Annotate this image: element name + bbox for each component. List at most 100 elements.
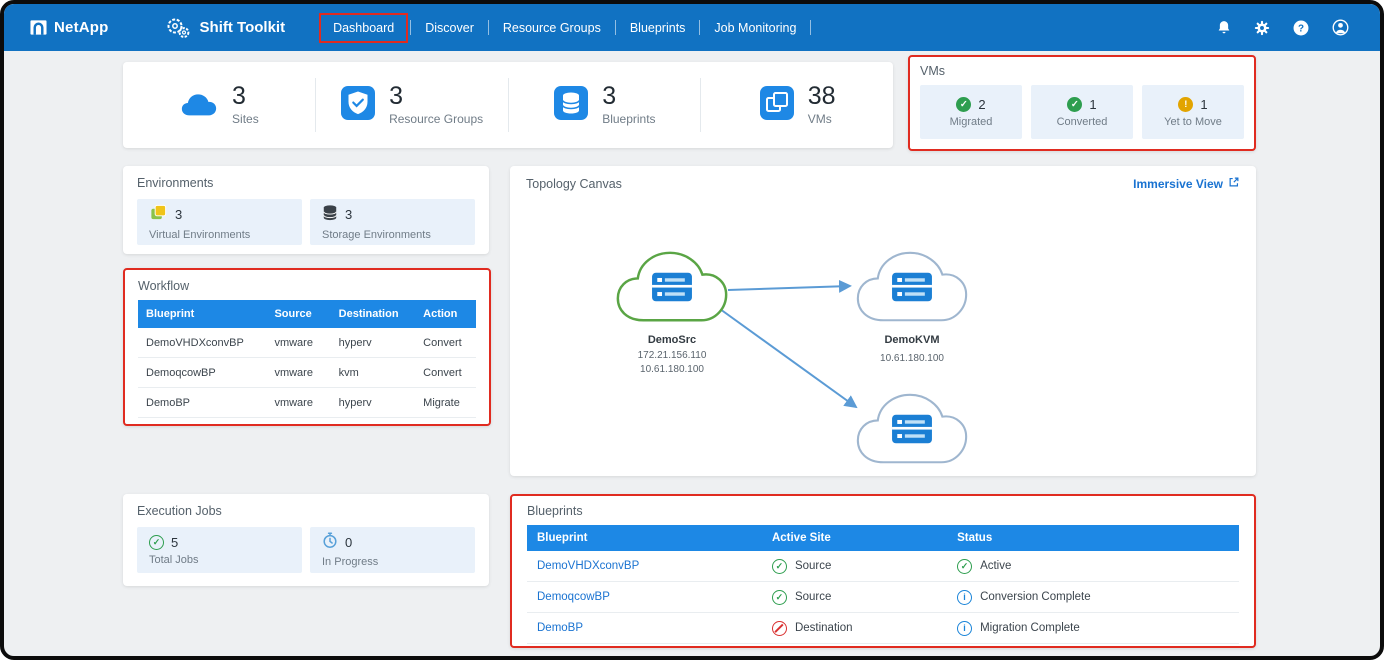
col-source: Source [266,300,330,328]
cell-destination: hyperv [331,388,416,418]
summary-blueprints: 3 Blueprints [509,78,702,132]
cell-action: Convert [415,358,476,388]
nav-item-discover[interactable]: Discover [411,13,488,43]
blueprint-link[interactable]: DemoVHDXconvBP [537,560,639,572]
nav-item-dashboard[interactable]: Dashboard [319,13,408,43]
col-destination: Destination [331,300,416,328]
vms-stats-row: ✓ 2 Migrated ✓ 1 Converted ! 1 Yet to Mo… [920,85,1244,139]
blueprint-row: DemoBP Destination i Migration Complete [527,613,1239,644]
check-circle-icon: ✓ [957,559,972,574]
nav-separator [810,20,811,35]
col-status: Status [947,525,1239,551]
status-value: Conversion Complete [980,591,1091,603]
clock-icon [322,532,338,552]
active-site-value: Source [795,591,831,603]
yet-to-move-count: 1 [1200,97,1207,112]
node-ip: 10.61.180.100 [880,353,944,364]
converted-count: 1 [1089,97,1096,112]
shift-toolkit-logo-icon [165,15,191,41]
virtual-env-count: 3 [175,207,182,222]
app-window: NetApp Shift Toolkit Dashboard Discover … [0,0,1384,660]
converted-label: Converted [1057,116,1108,128]
netapp-brand[interactable]: NetApp [30,19,109,36]
storage-stack-icon [322,204,338,225]
execution-jobs-card: Execution Jobs ✓ 5 Total Jobs [123,494,489,586]
execution-jobs-title: Execution Jobs [137,504,475,518]
nav-item-job-monitoring[interactable]: Job Monitoring [700,13,810,43]
navbar-actions: ? [1216,18,1350,37]
workflow-row: DemoVHDXconvBP vmware hyperv Convert [138,328,476,358]
topology-title: Topology Canvas [526,177,622,191]
app-title: Shift Toolkit [200,19,286,36]
vms-yet-to-move-stat: ! 1 Yet to Move [1142,85,1244,139]
blueprint-row: DemoVHDXconvBP ✓ Source ✓ Active [527,551,1239,582]
environments-title: Environments [137,176,475,190]
arrow-demosrc-to-destination [720,309,856,407]
yet-to-move-label: Yet to Move [1164,116,1222,128]
cloud-icon [179,88,219,123]
vms-count: 38 [808,84,836,109]
cell-blueprint: DemoqcowBP [138,358,266,388]
blueprints-table: Blueprint Active Site Status DemoVHDXcon… [527,525,1239,644]
blueprint-link[interactable]: DemoqcowBP [537,591,610,603]
cell-blueprint: DemoVHDXconvBP [138,328,266,358]
total-jobs-count: 5 [171,535,178,550]
active-site-value: Source [795,560,831,572]
col-blueprint: Blueprint [138,300,266,328]
check-circle-icon: ✓ [772,559,787,574]
total-jobs-stat: ✓ 5 Total Jobs [137,527,302,573]
node-ip: 10.61.180.100 [640,364,704,375]
cell-action: Migrate [415,388,476,418]
app-title-group: Shift Toolkit [165,15,286,41]
topology-canvas[interactable]: DemoSrc 172.21.156.110 10.61.180.100 Dem… [526,193,1236,465]
nav-item-blueprints[interactable]: Blueprints [616,13,700,43]
check-circle-icon: ✓ [149,535,164,550]
environments-card: Environments 3 Virtual Environments [123,166,489,254]
node-ip: 172.21.156.110 [638,350,707,361]
vms-converted-stat: ✓ 1 Converted [1031,85,1133,139]
workflow-title: Workflow [138,279,476,293]
warning-circle-icon: ! [1178,97,1193,112]
virtual-env-label: Virtual Environments [149,229,250,241]
workflow-row: DemoqcowBP vmware kvm Convert [138,358,476,388]
status-value: Migration Complete [980,622,1080,634]
migrated-label: Migrated [950,116,993,128]
blocked-circle-icon [772,621,787,636]
cell-destination: hyperv [331,328,416,358]
workflow-card: Workflow Blueprint Source Destination Ac… [123,268,491,426]
account-user-icon[interactable] [1331,18,1350,37]
in-progress-count: 0 [345,535,352,550]
workflow-row: DemoBP vmware hyperv Migrate [138,388,476,418]
resource-groups-label: Resource Groups [389,112,483,126]
database-icon [553,85,589,126]
immersive-view-link[interactable]: Immersive View [1133,176,1240,191]
in-progress-stat: 0 In Progress [310,527,475,573]
vms-panel-title: VMs [920,64,1244,78]
nav-item-resource-groups[interactable]: Resource Groups [489,13,615,43]
col-active-site: Active Site [762,525,947,551]
svg-text:?: ? [1298,23,1304,34]
summary-vms: 38 VMs [701,78,893,132]
active-site-value: Destination [795,622,853,634]
settings-gear-icon[interactable] [1253,19,1271,37]
summary-resource-groups: 3 Resource Groups [316,78,509,132]
node-name: DemoSrc [648,334,696,346]
virtual-env-icon [149,203,168,225]
topology-node-demosrc[interactable]: DemoSrc 172.21.156.110 10.61.180.100 [618,253,726,375]
topology-node-destination[interactable] [858,395,966,462]
in-progress-label: In Progress [322,556,378,568]
topology-node-demokvm[interactable]: DemoKVM 10.61.180.100 [858,253,966,364]
notifications-bell-icon[interactable] [1216,19,1232,36]
check-circle-icon: ✓ [956,97,971,112]
summary-sites: 3 Sites [123,78,316,132]
cell-destination: kvm [331,358,416,388]
blueprints-card: Blueprints Blueprint Active Site Status … [510,494,1256,648]
node-name: DemoKVM [884,334,939,346]
vm-stack-icon [759,85,795,126]
brand-name: NetApp [54,19,109,36]
blueprint-link[interactable]: DemoBP [537,622,583,634]
help-icon[interactable]: ? [1292,19,1310,37]
blueprints-title: Blueprints [527,504,1239,518]
storage-environments-stat: 3 Storage Environments [310,199,475,245]
cell-action: Convert [415,328,476,358]
